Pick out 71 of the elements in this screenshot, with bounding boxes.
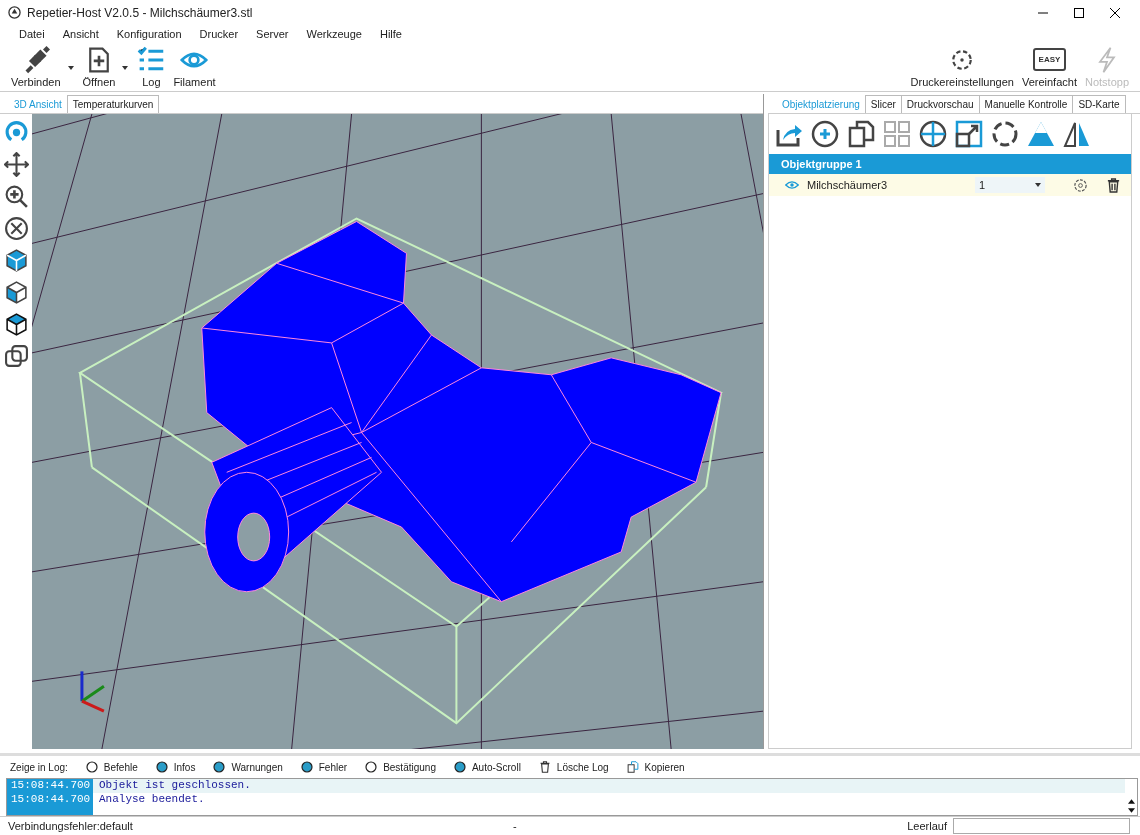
log-message: Objekt ist geschlossen. bbox=[98, 779, 251, 793]
scroll-down-icon[interactable] bbox=[1127, 808, 1135, 813]
radio-button[interactable] bbox=[85, 761, 98, 773]
copy-icon[interactable] bbox=[847, 120, 875, 148]
radio-button[interactable] bbox=[155, 761, 168, 773]
add-circle-icon[interactable] bbox=[811, 120, 839, 148]
move-icon[interactable] bbox=[3, 152, 29, 177]
menu-item[interactable]: Hilfe bbox=[370, 28, 411, 40]
eye-icon[interactable] bbox=[785, 180, 799, 190]
menu-item[interactable]: Server bbox=[247, 28, 298, 40]
trash-icon bbox=[538, 761, 551, 773]
toolbar-button[interactable]: Öffnen bbox=[79, 46, 119, 88]
gear-icon[interactable] bbox=[1073, 177, 1088, 193]
menu-item[interactable]: Ansicht bbox=[53, 28, 108, 40]
log-message: Analyse beendet. bbox=[98, 793, 205, 807]
fit-view-icon[interactable] bbox=[3, 216, 29, 241]
panel-tab[interactable]: Slicer bbox=[864, 95, 902, 113]
dropdown-caret-icon[interactable] bbox=[67, 66, 74, 70]
log-filter-option[interactable]: Befehle bbox=[85, 761, 138, 773]
copy-icon bbox=[626, 761, 639, 773]
cube-side-icon[interactable] bbox=[3, 280, 29, 305]
easy-badge: EASY bbox=[1032, 48, 1067, 71]
group-title: Objektgruppe 1 bbox=[781, 158, 862, 170]
toolbar-button[interactable]: Log bbox=[134, 46, 169, 88]
radio-button[interactable] bbox=[365, 761, 378, 773]
scale-icon[interactable] bbox=[955, 120, 983, 148]
menu-item[interactable]: Drucker bbox=[190, 28, 248, 40]
cube-top-icon[interactable] bbox=[3, 248, 29, 273]
mirror-icon[interactable] bbox=[1063, 120, 1091, 148]
triangle-icon[interactable] bbox=[1027, 120, 1055, 148]
toolbar-button[interactable]: Verbinden bbox=[8, 46, 64, 88]
log-time: 15:08:44.700 bbox=[7, 793, 93, 807]
view-tab[interactable]: Temperaturkurven bbox=[66, 95, 160, 113]
log-filter-option[interactable]: Warnungen bbox=[213, 761, 283, 773]
menu-item[interactable]: Werkzeuge bbox=[297, 28, 371, 40]
zoom-icon[interactable] bbox=[3, 184, 29, 209]
dropdown-caret-icon[interactable] bbox=[1035, 183, 1041, 187]
log-filter-option[interactable]: Auto-Scroll bbox=[453, 761, 521, 773]
rotate-arrows-icon[interactable] bbox=[991, 120, 1019, 148]
toolbar-button[interactable]: Druckereinstellungen bbox=[907, 46, 1017, 88]
object-name[interactable]: Milchschäumer3 bbox=[807, 179, 967, 191]
log-filter-option[interactable]: Infos bbox=[155, 761, 196, 773]
maximize-icon[interactable] bbox=[1074, 7, 1084, 18]
scroll-up-icon[interactable] bbox=[1127, 799, 1135, 804]
axis-gizmo-drawing bbox=[80, 671, 105, 713]
log-filter-option[interactable]: Fehler bbox=[300, 761, 348, 773]
overlap-squares-icon[interactable] bbox=[3, 344, 29, 369]
cube-front-icon[interactable] bbox=[3, 312, 29, 337]
toolbar-button[interactable]: Filament bbox=[170, 46, 219, 88]
dropdown-caret-icon[interactable] bbox=[122, 66, 129, 70]
copies-dropdown[interactable]: 1 bbox=[975, 177, 1045, 193]
menu-item[interactable]: Datei bbox=[10, 28, 54, 40]
panel-tab[interactable]: SD-Karte bbox=[1072, 95, 1126, 113]
radio-button[interactable] bbox=[300, 761, 313, 773]
log-filter-option[interactable]: Bestätigung bbox=[365, 761, 436, 773]
menu-item[interactable]: Konfiguration bbox=[107, 28, 191, 40]
radio-button[interactable] bbox=[213, 761, 226, 773]
log-filter-label: Zeige in Log: bbox=[10, 761, 68, 773]
toolbar-button[interactable]: EASY Vereinfacht bbox=[1018, 45, 1080, 88]
status-text: Leerlauf bbox=[907, 820, 947, 832]
log-time: 15:08:44.700 bbox=[7, 779, 93, 793]
crosshair-circle-icon[interactable] bbox=[919, 120, 947, 148]
log-action-button[interactable]: Kopieren bbox=[626, 761, 685, 773]
radio-button[interactable] bbox=[453, 761, 466, 773]
trash-icon[interactable] bbox=[1106, 177, 1121, 193]
app-logo-icon bbox=[8, 6, 21, 19]
log-action-button[interactable]: Lösche Log bbox=[538, 761, 609, 773]
window-title: Repetier-Host V2.0.5 - Milchschäumer3.stl bbox=[27, 5, 253, 20]
status-text: - bbox=[513, 820, 518, 832]
close-icon[interactable] bbox=[1110, 7, 1120, 18]
status-text: Verbindungsfehler:default bbox=[8, 820, 134, 832]
